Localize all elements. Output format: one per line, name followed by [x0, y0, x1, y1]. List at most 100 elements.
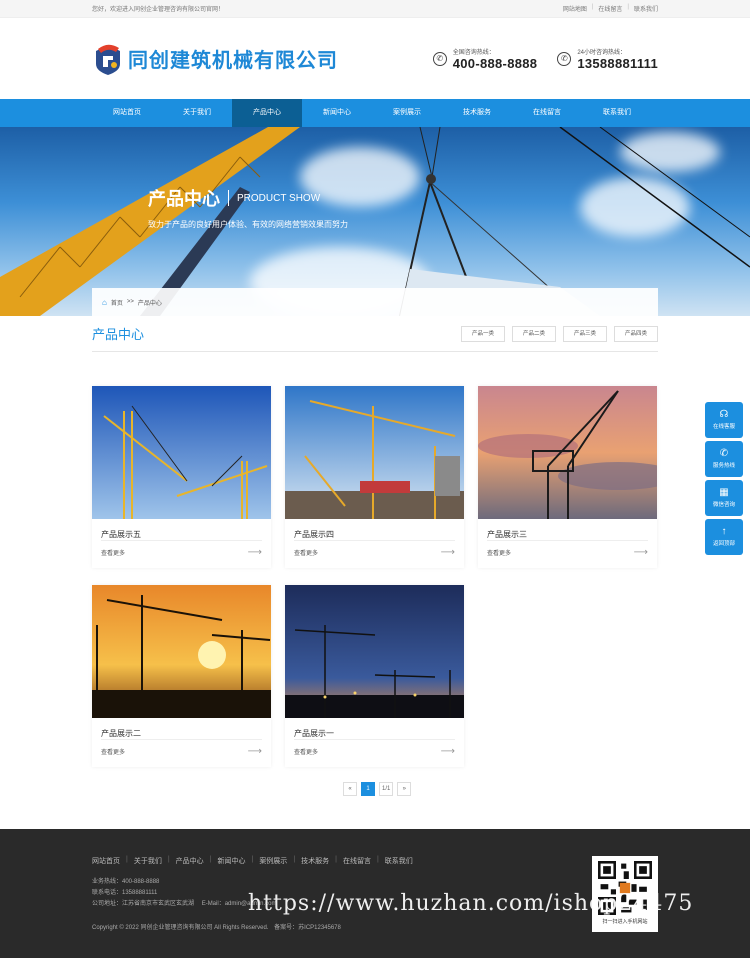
- breadcrumb-home[interactable]: 首页: [111, 298, 123, 307]
- phone-icon: ✆: [557, 51, 572, 66]
- company-name: 同创建筑机械有限公司: [128, 48, 338, 72]
- nav-home[interactable]: 网站首页: [92, 99, 162, 127]
- product-image: [92, 386, 271, 519]
- side-label: 在线客服: [712, 424, 735, 430]
- separator: |: [591, 4, 594, 10]
- nav-contact[interactable]: 联系我们: [582, 99, 652, 127]
- logo-icon: [96, 44, 120, 75]
- product-name: 产品展示三: [487, 530, 527, 539]
- product-card[interactable]: 产品展示四 查看更多 ⟶: [285, 386, 464, 568]
- phone-icon: ✆: [719, 448, 729, 459]
- breadcrumb-current[interactable]: 产品中心: [138, 298, 162, 307]
- arrow-right-icon: ⟶: [440, 746, 455, 757]
- product-image: [285, 585, 464, 718]
- section-header: 产品中心 产品一类 产品二类 产品三类 产品四类: [92, 316, 658, 352]
- product-name: 产品展示四: [294, 530, 334, 539]
- site-header: 同创建筑机械有限公司 ✆ 全国咨询热线： 400-888-8888 ✆ 24小时…: [0, 18, 750, 99]
- banner: 产品中心 PRODUCT SHOW 致力于产品的良好用户体验、有效的网络营销效果…: [0, 127, 750, 316]
- nav-message[interactable]: 在线留言: [512, 99, 582, 127]
- product-card[interactable]: 产品展示二 查看更多 ⟶: [92, 585, 271, 767]
- footer-link-news[interactable]: 新闻中心: [217, 856, 245, 866]
- product-card[interactable]: 产品展示三 查看更多 ⟶: [478, 386, 657, 568]
- home-icon: ⌂: [102, 297, 107, 307]
- service-hotline-button[interactable]: ✆ 服务热线: [705, 441, 743, 477]
- product-image: [285, 386, 464, 519]
- product-grid: 产品展示五 查看更多 ⟶ 产品展示四 查看更多 ⟶ 产品展示三 查看更多 ⟶ 产…: [0, 352, 750, 792]
- nav-cases[interactable]: 案例展示: [372, 99, 442, 127]
- hotline-number: 13588881111: [577, 55, 658, 71]
- nav-about[interactable]: 关于我们: [162, 99, 232, 127]
- hotlines: ✆ 全国咨询热线： 400-888-8888 ✆ 24小时咨询热线： 13588…: [432, 47, 658, 71]
- hotline-24h: ✆ 24小时咨询热线： 13588881111: [557, 47, 658, 71]
- view-more-link[interactable]: 查看更多 ⟶: [294, 540, 455, 558]
- logo[interactable]: 同创建筑机械有限公司: [92, 42, 338, 76]
- view-more-label: 查看更多: [294, 551, 319, 557]
- wechat-button[interactable]: ▦ 微信咨询: [705, 480, 743, 516]
- site-footer: 网站首页 | 关于我们 | 产品中心 | 新闻中心 | 案例展示 | 技术服务 | 在线留言…: [0, 829, 750, 958]
- view-more-label: 查看更多: [487, 551, 512, 557]
- view-more-link[interactable]: 查看更多 ⟶: [294, 739, 455, 757]
- side-service-bar: ☊ 在线客服 ✆ 服务热线 ▦ 微信咨询 ↑ 返回顶部: [705, 402, 743, 558]
- qrcode-icon: ▦: [719, 487, 729, 498]
- footer-link-service[interactable]: 技术服务: [301, 856, 329, 866]
- footer-link-products[interactable]: 产品中心: [176, 856, 204, 866]
- icp-number[interactable]: 备案号：苏ICP12345678: [274, 925, 341, 931]
- top-link-message[interactable]: 在线留言: [598, 4, 622, 13]
- next-page-button[interactable]: »: [397, 782, 412, 796]
- arrow-right-icon: ⟶: [633, 547, 648, 558]
- banner-title-cn: 产品中心: [148, 189, 220, 209]
- top-link-sitemap[interactable]: 网站地图: [563, 4, 587, 13]
- footer-hotline: 业务热线：400-888-8888: [92, 879, 160, 885]
- category-4[interactable]: 产品四类: [614, 325, 658, 342]
- pagination: « 1 1/1 »: [343, 782, 412, 796]
- phone-icon: ✆: [432, 51, 447, 66]
- category-1[interactable]: 产品一类: [461, 325, 505, 342]
- footer-address: 公司地址：江苏省南京市玄武区玄武湖: [92, 901, 195, 907]
- watermark: https://www.huzhan.com/ishop24475: [248, 891, 694, 916]
- product-image: [478, 386, 657, 519]
- view-more-link[interactable]: 查看更多 ⟶: [101, 739, 262, 757]
- arrow-up-icon: ↑: [721, 526, 727, 537]
- breadcrumb: ⌂ 首页 >> 产品中心: [92, 288, 658, 316]
- footer-link-cases[interactable]: 案例展示: [259, 856, 287, 866]
- section-title: 产品中心: [92, 327, 145, 342]
- online-service-button[interactable]: ☊ 在线客服: [705, 402, 743, 438]
- product-card[interactable]: 产品展示一 查看更多 ⟶: [285, 585, 464, 767]
- top-link-contact[interactable]: 联系我们: [634, 4, 658, 13]
- product-name: 产品展示一: [294, 729, 334, 738]
- hotline-number: 400-888-8888: [452, 55, 538, 71]
- category-3[interactable]: 产品三类: [563, 325, 607, 342]
- arrow-right-icon: ⟶: [440, 547, 455, 558]
- view-more-link[interactable]: 查看更多 ⟶: [101, 540, 262, 558]
- side-label: 服务热线: [712, 463, 735, 469]
- footer-link-contact[interactable]: 联系我们: [385, 856, 413, 866]
- product-name: 产品展示五: [101, 530, 141, 539]
- footer-link-message[interactable]: 在线留言: [343, 856, 371, 866]
- product-name: 产品展示二: [101, 729, 141, 738]
- nav-news[interactable]: 新闻中心: [302, 99, 372, 127]
- main-nav: 网站首页 关于我们 产品中心 新闻中心 案例展示 技术服务 在线留言 联系我们: [0, 99, 750, 127]
- side-label: 返回顶部: [712, 541, 735, 547]
- banner-title: 产品中心 PRODUCT SHOW: [148, 185, 320, 211]
- category-tabs: 产品一类 产品二类 产品三类 产品四类: [461, 325, 658, 342]
- view-more-label: 查看更多: [101, 750, 126, 756]
- nav-service[interactable]: 技术服务: [442, 99, 512, 127]
- top-links: 网站地图 | 在线留言 | 联系我们: [563, 4, 658, 13]
- view-more-link[interactable]: 查看更多 ⟶: [487, 540, 648, 558]
- banner-subtitle: 致力于产品的良好用户体验、有效的网络营销效果而努力: [148, 220, 348, 229]
- breadcrumb-separator: >>: [126, 299, 134, 305]
- footer-link-home[interactable]: 网站首页: [92, 856, 120, 866]
- page-1-button[interactable]: 1: [361, 782, 375, 796]
- footer-link-about[interactable]: 关于我们: [134, 856, 162, 866]
- copyright: Copyright © 2022 同创企业管理咨询有限公司 All Rights…: [92, 925, 269, 931]
- hotline-label: 全国咨询热线：: [452, 49, 495, 56]
- separator: |: [627, 4, 629, 10]
- page-count: 1/1: [379, 782, 394, 796]
- product-card[interactable]: 产品展示五 查看更多 ⟶: [92, 386, 271, 568]
- category-2[interactable]: 产品二类: [512, 325, 556, 342]
- nav-products[interactable]: 产品中心: [232, 99, 302, 127]
- product-image: [92, 585, 271, 718]
- prev-page-button[interactable]: «: [343, 782, 357, 796]
- hotline-national: ✆ 全国咨询热线： 400-888-8888: [432, 47, 538, 71]
- back-to-top-button[interactable]: ↑ 返回顶部: [705, 519, 743, 555]
